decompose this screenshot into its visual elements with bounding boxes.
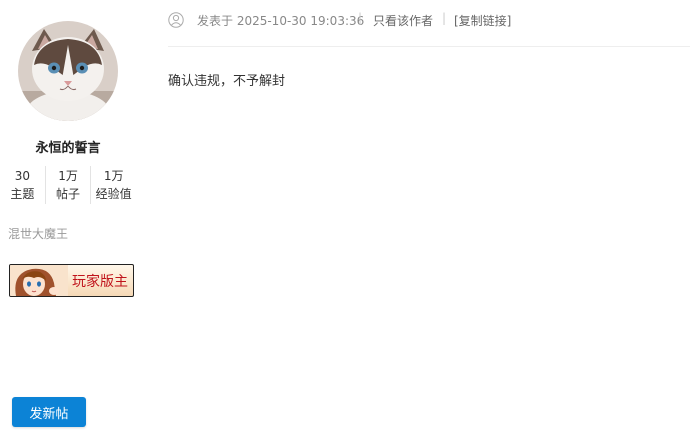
copy-link-button[interactable]: [复制链接] bbox=[454, 12, 511, 29]
stat-experience[interactable]: 1万 经验值 bbox=[90, 166, 136, 204]
stat-threads-label: 主题 bbox=[10, 187, 35, 201]
medal-label: 玩家版主 bbox=[72, 274, 128, 290]
separator: | bbox=[358, 11, 363, 25]
stat-threads-value: 30 bbox=[14, 169, 30, 183]
username[interactable]: 永恒的誓言 bbox=[0, 137, 136, 156]
moderator-medal[interactable]: 玩家版主 bbox=[9, 264, 134, 297]
stat-experience-value: 1万 bbox=[103, 169, 124, 183]
stat-posts-value: 1万 bbox=[58, 169, 78, 183]
separator: | bbox=[442, 11, 447, 25]
user-outline-icon bbox=[168, 12, 184, 28]
anime-girl-icon bbox=[10, 265, 68, 296]
user-stats: 30 主题 1万 帖子 1万 经验值 bbox=[0, 166, 136, 204]
page: 永恒的誓言 30 主题 1万 帖子 1万 经验值 混世大魔王 玩家版主 发表于 … bbox=[0, 0, 690, 441]
view-author-only-link[interactable]: 只看该作者 bbox=[373, 12, 433, 29]
user-group-title: 混世大魔王 bbox=[8, 227, 69, 241]
post-header: 发表于 2025-10-30 19:03:36 | 只看该作者 | [复制链接] bbox=[168, 0, 690, 47]
stat-posts-label: 帖子 bbox=[56, 187, 81, 201]
cat-avatar[interactable] bbox=[18, 21, 118, 121]
new-thread-button[interactable]: 发新帖 bbox=[12, 397, 86, 427]
stat-posts[interactable]: 1万 帖子 bbox=[44, 166, 91, 204]
stat-experience-label: 经验值 bbox=[95, 187, 132, 201]
user-profile-column: 永恒的誓言 30 主题 1万 帖子 1万 经验值 混世大魔王 玩家版主 bbox=[0, 0, 152, 441]
post-timestamp: 发表于 2025-10-30 19:03:36 bbox=[197, 14, 365, 28]
cat-avatar-icon bbox=[18, 21, 118, 121]
stat-threads[interactable]: 30 主题 bbox=[0, 166, 45, 204]
post-content: 确认违规，不予解封 bbox=[168, 74, 286, 89]
